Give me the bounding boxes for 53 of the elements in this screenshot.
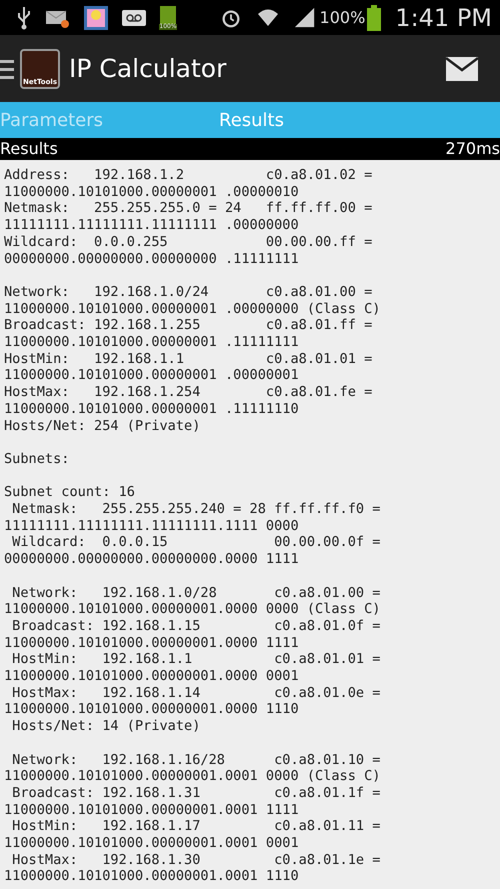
elapsed-time: 270ms [446, 138, 500, 160]
envelope-icon [446, 56, 478, 80]
battery-percent: 100% [320, 6, 366, 28]
result-line: 11000000.10101000.00000001.0000 0001 [4, 668, 299, 685]
mail-button[interactable] [446, 56, 478, 80]
result-line: Netmask: 255.255.255.0 = 24 ff.ff.ff.00 = [4, 200, 372, 218]
mail-icon [46, 8, 70, 28]
result-line: HostMin: 192.168.1.1 c0.a8.01.01 = [4, 350, 372, 368]
result-line: Wildcard: 0.0.0.255 00.00.00.ff = [4, 234, 372, 251]
result-line: Netmask: 255.255.255.240 = 28 ff.ff.ff.f0 = [11, 501, 380, 518]
result-line: Hosts/Net: 14 (Private) [11, 718, 200, 735]
result-line: 11000000.10101000.00000001.0001 1110 [4, 868, 299, 886]
result-line: Hosts/Net: 254 (Private) [4, 418, 200, 434]
results-title: Results [0, 138, 58, 160]
result-line: Subnets: [4, 450, 70, 468]
signal-icon [294, 6, 316, 28]
result-line: HostMax: 192.168.1.254 c0.a8.01.fe = [4, 384, 372, 401]
result-line: 11000000.10101000.00000001 .11111110 [4, 400, 299, 418]
result-line: Subnet count: 16 [4, 484, 135, 502]
result-line: Broadcast: 192.168.1.255 c0.a8.01.ff = [4, 317, 372, 334]
result-line: 11111111.11111111.11111111 .00000000 [4, 217, 299, 234]
result-line: 11000000.10101000.00000001 .00000001 [4, 367, 299, 384]
result-line: 11000000.10101000.00000001 .00000010 [4, 184, 299, 200]
result-line: Wildcard: 0.0.0.15 00.00.00.0f = [11, 534, 380, 552]
app-title: IP Calculator [69, 52, 226, 85]
result-line: HostMin: 192.168.1.1 c0.a8.01.01 = [11, 651, 380, 668]
voicemail-icon [122, 10, 146, 26]
result-line: 11000000.10101000.00000001 .11111111 [4, 334, 299, 351]
result-line: Address: 192.168.1.2 c0.a8.01.02 = [4, 167, 372, 184]
result-line: 11000000.10101000.00000001.0001 1111 [4, 802, 299, 818]
result-line: Broadcast: 192.168.1.15 c0.a8.01.0f = [11, 618, 380, 635]
result-line: Broadcast: 192.168.1.31 c0.a8.01.1f = [11, 784, 380, 802]
result-line: HostMin: 192.168.1.17 c0.a8.01.11 = [11, 818, 380, 836]
result-line: Network: 192.168.1.16/28 c0.a8.01.10 = [11, 752, 380, 768]
app-icon [84, 6, 108, 30]
result-line: 11111111.11111111.11111111.1111 0000 [4, 518, 299, 534]
result-line: Network: 192.168.1.0/28 c0.a8.01.00 = [11, 584, 380, 602]
result-line: 11000000.10101000.00000001.0001 0000 (Class C) [4, 768, 380, 785]
result-line: HostMax: 192.168.1.30 c0.a8.01.1e = [11, 852, 380, 868]
result-line: 11000000.10101000.00000001.0000 0000 (Class C) [4, 601, 380, 618]
result-line: 00000000.00000000.00000000.0000 1111 [4, 551, 299, 568]
battery-icon [367, 4, 382, 30]
result-line: HostMax: 192.168.1.14 c0.a8.01.0e = [11, 684, 380, 702]
result-line: Network: 192.168.1.0/24 c0.a8.01.00 = [4, 284, 372, 301]
tab[interactable]: Parameters [0, 102, 219, 138]
tab[interactable]: Results [219, 102, 282, 138]
result-line: 11000000.10101000.00000001.0000 1110 [4, 701, 299, 718]
result-line: 11000000.10101000.00000001 .00000000 (Class C) [4, 300, 380, 318]
result-line: 11000000.10101000.00000001.0001 0001 [4, 835, 299, 852]
result-line: 00000000.00000000.00000000 .11111111 [4, 250, 299, 268]
usb-icon [16, 6, 32, 30]
result-line: 11000000.10101000.00000001.0000 1111 [4, 634, 299, 652]
clock: 1:41 PM [395, 2, 492, 34]
